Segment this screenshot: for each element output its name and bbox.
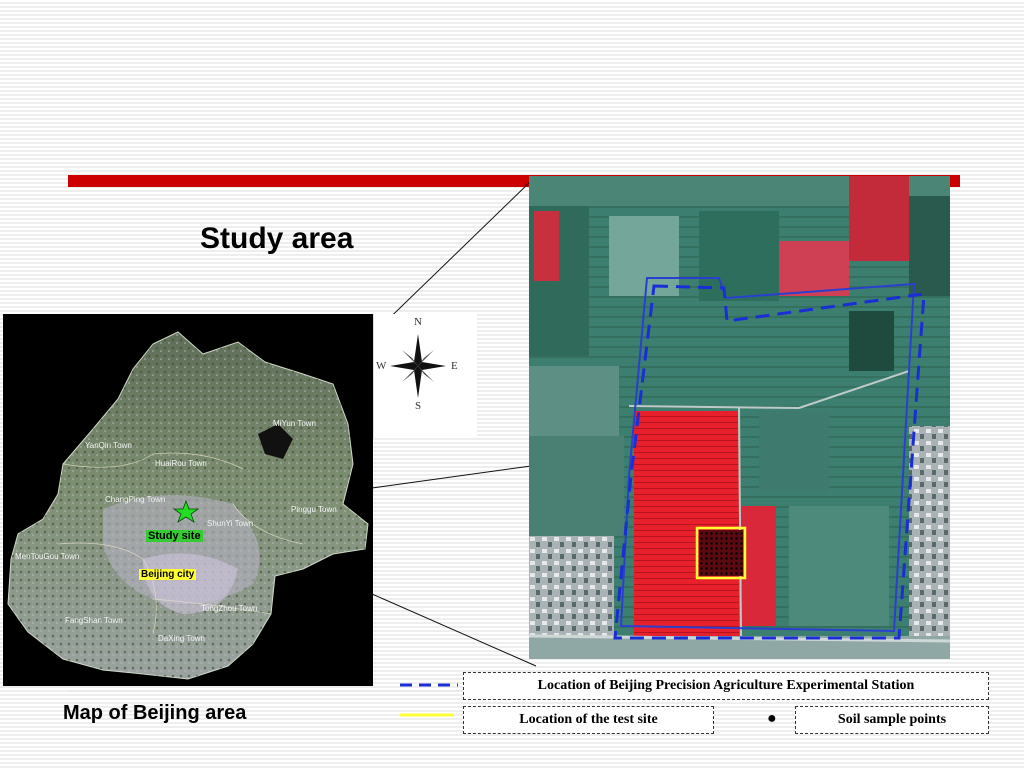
beijing-city-label: Beijing city (139, 569, 197, 580)
town-label: Pinggu Town (291, 505, 337, 514)
legend-soil-points: Soil sample points (795, 706, 989, 734)
study-site-label: Study site (146, 530, 203, 542)
town-label: DaXing Town (158, 634, 205, 643)
compass-n: N (414, 316, 422, 328)
compass-e: E (451, 360, 458, 372)
legend-lines (400, 683, 458, 717)
compass-s: S (415, 400, 422, 412)
town-label: YanQin Town (85, 441, 132, 450)
compass-w: W (376, 360, 387, 372)
beijing-map: YanQin Town HuaiRou Town MiYun Town Chan… (3, 314, 373, 686)
town-label: MiYun Town (273, 419, 316, 428)
legend-station: Location of Beijing Precision Agricultur… (463, 672, 989, 700)
soil-point-dot-icon: ● (767, 710, 777, 727)
satellite-image (529, 176, 950, 659)
legend-test-site: Location of the test site (463, 706, 714, 734)
compass-rose: N S E W (373, 314, 477, 438)
town-label: TongZhou Town (201, 604, 257, 613)
compass-icon (390, 334, 446, 398)
red-crop-field (634, 411, 739, 636)
map-caption: Map of Beijing area (63, 702, 247, 724)
town-label: HuaiRou Town (155, 459, 207, 468)
town-label: MenTouGou Town (15, 552, 79, 561)
town-label: FangShan Town (65, 616, 123, 625)
town-label: ChangPing Town (105, 495, 165, 504)
town-label: ShunYi Town (207, 519, 253, 528)
